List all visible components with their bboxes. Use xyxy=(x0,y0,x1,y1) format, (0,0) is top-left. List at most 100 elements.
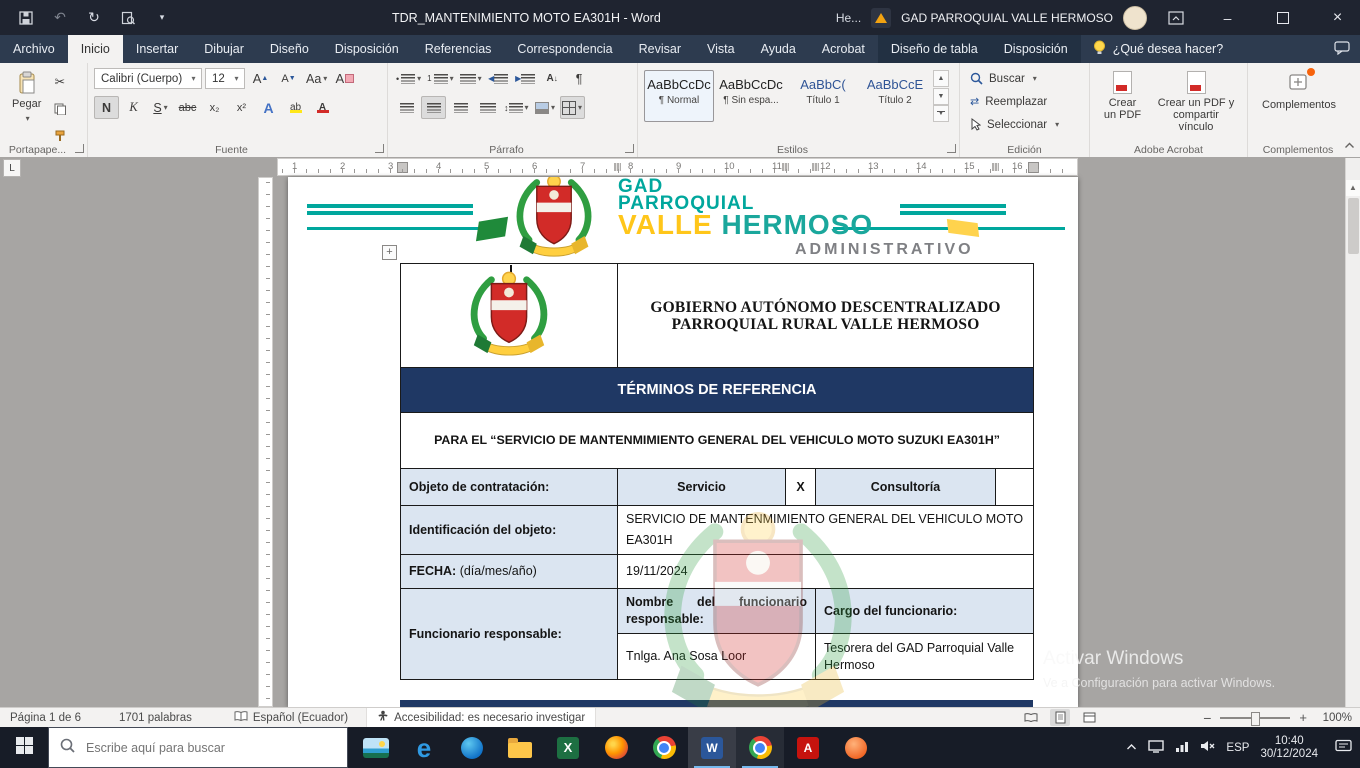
customize-quick-access-icon[interactable]: ▾ xyxy=(154,10,170,26)
ruler-column-marker[interactable] xyxy=(992,163,999,171)
align-right-icon[interactable] xyxy=(448,96,473,119)
italic-button[interactable]: K xyxy=(121,96,146,119)
taskbar-search[interactable] xyxy=(48,727,348,768)
tab-ayuda[interactable]: Ayuda xyxy=(748,35,809,63)
align-left-icon[interactable] xyxy=(394,96,419,119)
create-pdf-button[interactable]: Crear un PDF xyxy=(1096,67,1149,125)
taskbar-clock[interactable]: 10:40 30/12/2024 xyxy=(1260,735,1318,761)
accessibility-status[interactable]: Accesibilidad: es necesario investigar xyxy=(366,708,596,727)
decrease-indent-icon[interactable]: ◀ xyxy=(486,67,511,90)
print-layout-icon[interactable] xyxy=(1050,709,1070,726)
undo-icon[interactable]: ↶ xyxy=(52,10,68,26)
font-dialog-launcher[interactable] xyxy=(375,144,384,153)
scrollbar-thumb[interactable] xyxy=(1348,198,1359,254)
fecha-value-cell[interactable]: 19/11/2024 xyxy=(618,555,1034,589)
tab-referencias[interactable]: Referencias xyxy=(412,35,505,63)
table-move-handle[interactable]: + xyxy=(382,245,397,260)
tab-dibujar[interactable]: Dibujar xyxy=(191,35,257,63)
shrink-font-icon[interactable]: A▼ xyxy=(276,67,301,90)
strikethrough-button[interactable]: abc xyxy=(175,96,200,119)
excel-icon[interactable]: X xyxy=(544,727,592,768)
ribbon-display-options-icon[interactable] xyxy=(1157,0,1195,35)
borders-icon[interactable]: ▾ xyxy=(560,96,585,119)
text-effects-icon[interactable]: A xyxy=(256,96,281,119)
chrome-icon[interactable] xyxy=(640,727,688,768)
styles-dialog-launcher[interactable] xyxy=(947,144,956,153)
tab-disposici-n[interactable]: Disposición xyxy=(322,35,412,63)
left-indent-marker[interactable] xyxy=(397,162,408,173)
cut-icon[interactable]: ✂ xyxy=(47,70,72,93)
web-layout-icon[interactable] xyxy=(1079,709,1099,726)
contextual-tab-disposici-n[interactable]: Disposición xyxy=(991,35,1081,63)
acrobat-icon[interactable]: A xyxy=(784,727,832,768)
language-indicator[interactable]: ESP xyxy=(1226,742,1249,754)
display-icon[interactable] xyxy=(1148,740,1164,756)
vertical-scrollbar[interactable]: ▲ xyxy=(1345,158,1360,707)
styles-more-icon[interactable]: ▼ xyxy=(933,105,949,122)
sort-icon[interactable]: A↓ xyxy=(540,67,565,90)
scroll-up-icon[interactable]: ▲ xyxy=(1346,180,1360,196)
save-icon[interactable] xyxy=(18,10,34,26)
start-button[interactable] xyxy=(0,727,48,768)
maximize-button[interactable] xyxy=(1260,0,1305,35)
titlebar-overflow-button[interactable]: He... xyxy=(836,11,861,25)
styles-scroll-up-icon[interactable]: ▲ xyxy=(933,70,949,87)
tab-correspondencia[interactable]: Correspondencia xyxy=(504,35,625,63)
increase-indent-icon[interactable]: ▶ xyxy=(513,67,538,90)
tab-inicio[interactable]: Inicio xyxy=(68,35,123,63)
zoom-slider[interactable] xyxy=(1220,717,1290,719)
tab-insertar[interactable]: Insertar xyxy=(123,35,191,63)
grow-font-icon[interactable]: A▲ xyxy=(248,67,273,90)
word-count[interactable]: 1701 palabras xyxy=(109,708,202,727)
tab-archivo[interactable]: Archivo xyxy=(0,35,68,63)
tab-dise-o[interactable]: Diseño xyxy=(257,35,322,63)
style--sin-espa-[interactable]: AaBbCcDc¶ Sin espa... xyxy=(716,70,786,122)
comments-icon[interactable] xyxy=(1334,41,1350,58)
identificacion-value-cell[interactable]: SERVICIO DE MANTENMIMIENTO GENERAL DEL V… xyxy=(618,506,1034,555)
network-icon[interactable] xyxy=(1175,740,1189,755)
minimize-button[interactable]: – xyxy=(1205,0,1250,35)
firefox-icon[interactable] xyxy=(592,727,640,768)
print-preview-icon[interactable] xyxy=(120,10,136,26)
contextual-tab-dise-o-de-tabla[interactable]: Diseño de tabla xyxy=(878,35,991,63)
fecha-label-cell[interactable]: FECHA: (día/mes/año) xyxy=(401,555,618,589)
alert-icon[interactable] xyxy=(871,8,891,28)
zoom-in-icon[interactable]: + xyxy=(1299,710,1307,725)
tab-vista[interactable]: Vista xyxy=(694,35,748,63)
subscript-button[interactable]: x₂ xyxy=(202,96,227,119)
font-size-combo[interactable]: 12▾ xyxy=(205,68,245,89)
show-marks-icon[interactable]: ¶ xyxy=(567,67,592,90)
close-button[interactable]: × xyxy=(1315,0,1360,35)
right-indent-marker[interactable] xyxy=(1028,162,1039,173)
change-case-icon[interactable]: Aa▾ xyxy=(304,67,329,90)
copy-icon[interactable] xyxy=(47,97,72,120)
language-status[interactable]: Español (Ecuador) xyxy=(224,708,358,727)
nombre-value-cell[interactable]: Tnlga. Ana Sosa Loor xyxy=(618,634,816,680)
x-mark-cell[interactable]: X xyxy=(786,469,816,506)
vertical-ruler[interactable] xyxy=(258,177,273,707)
horizontal-ruler[interactable]: 12345678910111213141516 xyxy=(277,158,1078,176)
edge-icon[interactable]: e xyxy=(400,727,448,768)
table-title-cell[interactable]: TÉRMINOS DE REFERENCIA xyxy=(401,368,1034,413)
account-avatar[interactable] xyxy=(1123,6,1147,30)
servicio-cell[interactable]: Servicio xyxy=(618,469,786,506)
styles-scroll-down-icon[interactable]: ▼ xyxy=(933,88,949,105)
ruler-column-marker[interactable] xyxy=(812,163,819,171)
addins-button[interactable]: Complementos xyxy=(1254,67,1344,115)
align-center-icon[interactable] xyxy=(421,96,446,119)
tdr-table[interactable]: GOBIERNO AUTÓNOMO DESCENTRALIZADO PARROQ… xyxy=(400,263,1034,680)
nombre-header-cell[interactable]: Nombre del funcionario responsable: xyxy=(618,589,816,634)
style-t-tulo-1[interactable]: AaBbC(Título 1 xyxy=(788,70,858,122)
replace-button[interactable]: ⇄ Reemplazar xyxy=(966,90,1085,113)
page-count[interactable]: Página 1 de 6 xyxy=(0,708,91,727)
logo-cell[interactable] xyxy=(401,264,618,368)
find-button[interactable]: Buscar▾ xyxy=(966,67,1085,90)
collapse-ribbon-icon[interactable] xyxy=(1344,136,1355,154)
funcionario-label-cell[interactable]: Funcionario responsable: xyxy=(401,589,618,680)
identificacion-label-cell[interactable]: Identificación del objeto: xyxy=(401,506,618,555)
bullet-list-icon[interactable]: •▾ xyxy=(394,67,423,90)
zoom-out-icon[interactable]: − xyxy=(1203,710,1211,726)
clear-formatting-icon[interactable]: A xyxy=(332,67,357,90)
file-explorer-icon[interactable] xyxy=(496,727,544,768)
subject-cell[interactable]: PARA EL “SERVICIO DE MANTENMIMIENTO GENE… xyxy=(401,413,1034,469)
